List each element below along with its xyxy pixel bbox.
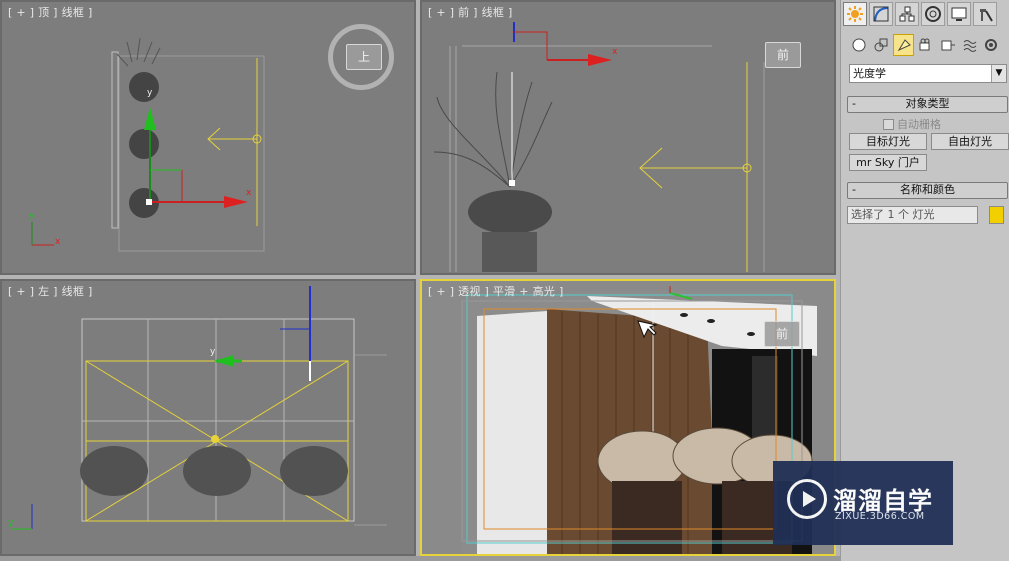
display-icon[interactable] — [947, 2, 971, 26]
left-view-scene — [12, 286, 387, 530]
name-color-header[interactable]: - 名称和颜色 — [847, 182, 1008, 199]
viewport-perspective-label[interactable]: [ + ] 透视 ] 平滑 + 高光 ] — [428, 283, 564, 299]
viewcube-top[interactable]: 上 — [328, 24, 394, 90]
command-panel-tabs — [841, 0, 1009, 28]
spacewarps-icon[interactable] — [959, 34, 980, 56]
mr-sky-portal-button[interactable]: mr Sky 门户 — [849, 154, 927, 171]
axis-y-label: y — [147, 88, 153, 98]
light-category-dropdown[interactable]: 光度学 ▼ — [849, 64, 1007, 83]
motion-icon[interactable] — [921, 2, 945, 26]
left-corner-axis-y-label: y — [8, 518, 14, 528]
object-name-field[interactable]: 选择了 1 个 灯光 — [847, 206, 978, 224]
modify-icon[interactable] — [869, 2, 893, 26]
viewcube-front[interactable]: 前 — [765, 42, 801, 68]
viewcube-face[interactable]: 上 — [346, 44, 382, 70]
create-category-row — [841, 32, 1009, 58]
corner-axis-x-label: x — [55, 237, 61, 247]
viewport-front[interactable]: x [ + ] 前 ] 线框 ] 前 — [420, 0, 836, 275]
object-type-header[interactable]: - 对象类型 — [847, 96, 1008, 113]
object-type-rollout: - 对象类型 自动栅格 目标灯光 自由灯光 mr Sky 门户 — [847, 96, 1009, 176]
lights-icon[interactable] — [892, 34, 915, 56]
collapse-icon[interactable]: - — [852, 97, 856, 110]
free-light-button[interactable]: 自由灯光 — [931, 133, 1009, 150]
viewport-front-label[interactable]: [ + ] 前 ] 线框 ] — [428, 4, 513, 20]
light-category-value: 光度学 — [853, 67, 886, 80]
axis-x-label: x — [246, 188, 252, 198]
chevron-down-icon[interactable]: ▼ — [991, 65, 1006, 82]
viewport-left-label[interactable]: [ + ] 左 ] 线框 ] — [8, 283, 93, 299]
systems-icon[interactable] — [981, 34, 1002, 56]
create-icon[interactable] — [843, 2, 867, 26]
status-strip — [0, 556, 840, 561]
watermark: 溜溜自学 ZIXUE.3D66.COM — [773, 461, 953, 545]
front-axis-x-label: x — [612, 47, 618, 57]
object-color-swatch[interactable] — [989, 206, 1004, 224]
target-light-button[interactable]: 目标灯光 — [849, 133, 927, 150]
viewport-top[interactable]: y x y x [ + ] 顶 ] 线框 ] 上 — [0, 0, 416, 275]
viewport-area: y x y x [ + ] 顶 ] 线框 ] 上 x [+] 前] 线框 … — [0, 0, 840, 561]
cameras-icon[interactable] — [915, 34, 936, 56]
geometry-icon[interactable] — [849, 34, 870, 56]
hierarchy-icon[interactable] — [895, 2, 919, 26]
helpers-icon[interactable] — [937, 34, 958, 56]
autogrid-label: 自动栅格 — [897, 118, 941, 131]
utilities-icon[interactable] — [973, 2, 997, 26]
shapes-icon[interactable] — [871, 34, 892, 56]
name-color-title: 名称和颜色 — [900, 183, 955, 196]
object-type-title: 对象类型 — [905, 97, 950, 110]
left-axis-y-label: y — [210, 347, 216, 357]
collapse-icon[interactable]: - — [852, 183, 856, 196]
corner-axis-y-label: y — [29, 211, 35, 221]
autogrid-checkbox[interactable] — [883, 119, 894, 130]
autogrid-row: 自动栅格 — [847, 116, 1008, 134]
watermark-subtitle: ZIXUE.3D66.COM — [835, 511, 925, 522]
viewport-left[interactable]: y y [ + ] 左 ] 线框 ] — [0, 279, 416, 556]
viewcube-perspective[interactable]: 前 — [764, 321, 800, 347]
viewport-top-label[interactable]: [ + ] 顶 ] 线框 ] — [8, 4, 93, 20]
play-logo-icon — [787, 479, 827, 519]
